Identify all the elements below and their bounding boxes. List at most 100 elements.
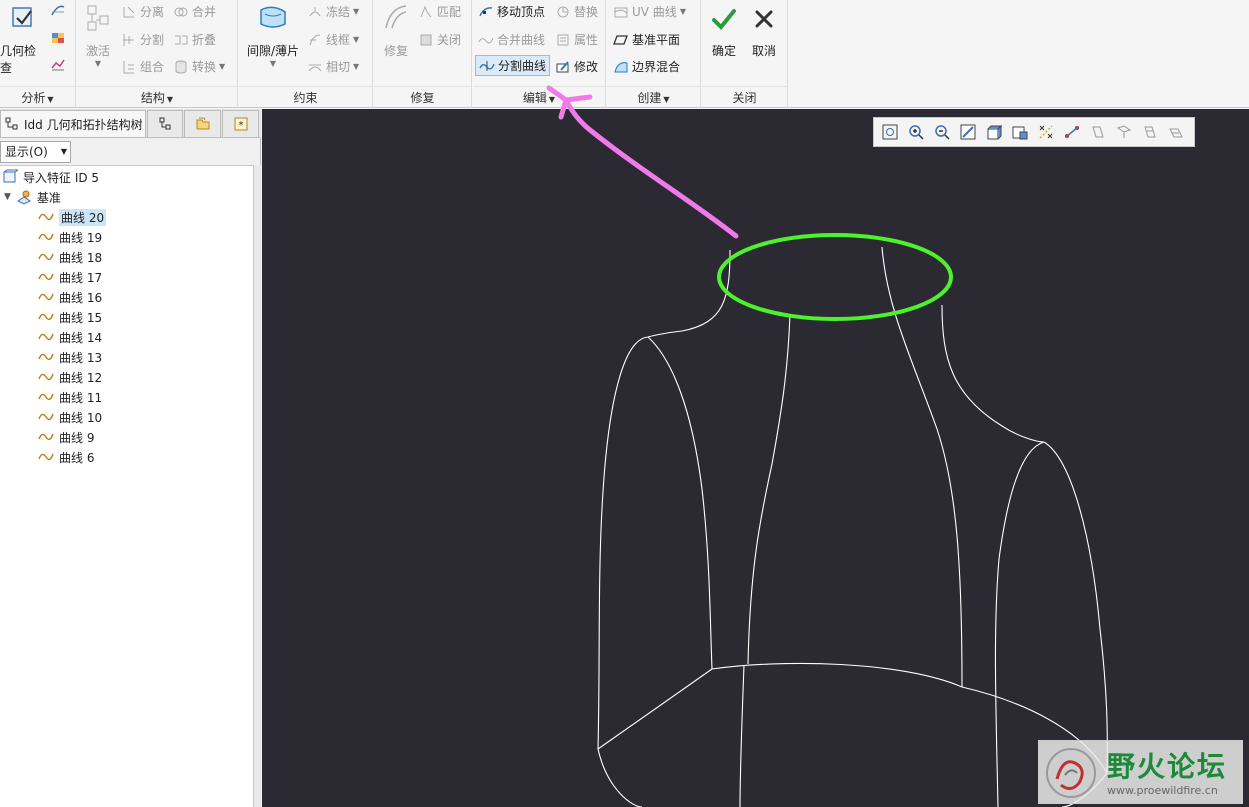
- curve-label: 曲线 18: [59, 250, 103, 265]
- split-curve-icon: [479, 58, 495, 74]
- curve-label: 曲线 20: [59, 208, 107, 226]
- color-map-icon: [50, 30, 66, 46]
- display-row: 显示(O) ▼: [0, 139, 261, 165]
- uv-curve-button[interactable]: UV 曲线 ▼: [613, 3, 686, 20]
- tree-node-curve[interactable]: 曲线 11: [38, 388, 102, 406]
- plane-display-icon-1[interactable]: [1088, 122, 1108, 142]
- group-label-constraint: 约束: [239, 86, 372, 108]
- datum-plane-button[interactable]: 基准平面: [613, 31, 680, 48]
- tree-node-curve[interactable]: 曲线 16: [38, 288, 102, 306]
- plane-display-icon-3[interactable]: [1140, 122, 1160, 142]
- refit-icon[interactable]: [880, 122, 900, 142]
- gap-thin-label: 间隙/薄片: [246, 44, 300, 58]
- plane-display-icon-4[interactable]: [1166, 122, 1186, 142]
- analysis-tool-2[interactable]: [50, 30, 66, 46]
- hem-front-left: [597, 748, 643, 807]
- tab-structure[interactable]: [147, 110, 183, 138]
- watermark-url: www.proewildfire.cn: [1107, 784, 1218, 797]
- zoom-in-icon[interactable]: [906, 122, 926, 142]
- tab-favorites[interactable]: *: [222, 110, 259, 138]
- panel-tabs: Idd 几何和拓扑结构树 *: [0, 109, 261, 138]
- geometry-check-label: 几何检查: [0, 44, 37, 75]
- cancel-button[interactable]: 取消: [746, 4, 782, 59]
- tab-geometry-topology-tree[interactable]: Idd 几何和拓扑结构树: [0, 110, 146, 138]
- left-sleeve-inner: [647, 336, 713, 670]
- zoom-out-icon[interactable]: [932, 122, 952, 142]
- display-dropdown[interactable]: 显示(O) ▼: [0, 141, 71, 163]
- ok-label: 确定: [711, 44, 736, 58]
- plane-display-icon-2[interactable]: [1114, 122, 1134, 142]
- replace-icon: [555, 4, 571, 20]
- curve-label: 曲线 12: [59, 370, 103, 385]
- tree-node-curve[interactable]: 曲线 19: [38, 228, 102, 246]
- group-label-analysis[interactable]: 分析 ▼: [0, 86, 75, 108]
- group-analysis: 几何检查 分析 ▼: [0, 0, 76, 108]
- tree-node-curve[interactable]: 曲线 18: [38, 248, 102, 266]
- freeze-button[interactable]: 冻结 ▼: [307, 3, 359, 20]
- ok-button[interactable]: 确定: [706, 4, 742, 59]
- gap-thin-icon: [257, 2, 289, 34]
- tree-node-curve[interactable]: 曲线 9: [38, 428, 94, 446]
- combine-button[interactable]: 组合: [121, 58, 164, 75]
- move-vertex-button[interactable]: 移动顶点: [478, 3, 545, 20]
- group-label-edit[interactable]: 编辑 ▼: [473, 86, 605, 108]
- saved-orientation-icon[interactable]: [1010, 122, 1030, 142]
- combine-icon: [121, 59, 137, 75]
- star-note-icon: *: [233, 116, 249, 132]
- close-button[interactable]: 关闭: [418, 31, 461, 48]
- modify-button[interactable]: 修改: [555, 58, 598, 75]
- curve-icon: [38, 369, 54, 385]
- group-label-create[interactable]: 创建 ▼: [607, 86, 700, 108]
- group-label-structure[interactable]: 结构 ▼: [77, 86, 237, 108]
- datum-icon: [16, 189, 32, 205]
- separate-icon: [121, 4, 137, 20]
- expand-triangle-icon[interactable]: ▼: [4, 192, 11, 202]
- tree-node-datum[interactable]: ▼ 基准: [4, 188, 61, 206]
- match-button[interactable]: 匹配: [418, 3, 461, 20]
- merge-button[interactable]: 合并: [173, 3, 216, 20]
- separate-button[interactable]: 分离: [121, 3, 164, 20]
- split-button[interactable]: 分割: [121, 31, 164, 48]
- tree-node-curve[interactable]: 曲线 20: [38, 208, 107, 226]
- datum-display-icon[interactable]: [1036, 122, 1056, 142]
- curvature-icon: [50, 2, 66, 18]
- tree-node-curve[interactable]: 曲线 6: [38, 448, 94, 466]
- property-button[interactable]: 属性: [555, 31, 598, 48]
- tab-folder[interactable]: [184, 110, 221, 138]
- checkmark-icon: [708, 4, 740, 36]
- model-tree-panel: Idd 几何和拓扑结构树 * 显示(O) ▼ 导入特征 ID 5 ▼ 基准 曲线…: [0, 109, 261, 807]
- convert-button[interactable]: 转换 ▼: [173, 58, 225, 75]
- analysis-tool-3[interactable]: [50, 56, 66, 72]
- curve-icon: [38, 349, 54, 365]
- replace-button[interactable]: 替换: [555, 3, 598, 20]
- curve-icon: [38, 309, 54, 325]
- boundary-blend-button[interactable]: 边界混合: [613, 58, 680, 75]
- geometry-check-button[interactable]: 几何检查: [0, 2, 46, 76]
- graphics-window[interactable]: 野火论坛 www.proewildfire.cn: [262, 109, 1249, 807]
- split-curve-button[interactable]: 分割曲线: [475, 55, 551, 76]
- boundary-blend-icon: [613, 59, 629, 75]
- wireframe-button[interactable]: 线框 ▼: [307, 31, 359, 48]
- tree-node-curve[interactable]: 曲线 14: [38, 328, 102, 346]
- vertical-scrollbar[interactable]: [254, 165, 261, 807]
- tangent-button[interactable]: 相切 ▼: [307, 58, 359, 75]
- activate-button[interactable]: 激活 ▼: [79, 2, 117, 68]
- repaint-icon[interactable]: [958, 122, 978, 142]
- curve-icon: [38, 209, 54, 225]
- merge-curve-button[interactable]: 合并曲线: [478, 31, 545, 48]
- tree-node-curve[interactable]: 曲线 10: [38, 408, 102, 426]
- tree-node-import-feature[interactable]: 导入特征 ID 5: [2, 168, 99, 186]
- fold-button[interactable]: 折叠: [173, 31, 216, 48]
- datum-plane-icon: [613, 32, 629, 48]
- repair-button[interactable]: 修复: [376, 2, 416, 59]
- analysis-tool-1[interactable]: [50, 2, 66, 18]
- curve-icon: [38, 429, 54, 445]
- gap-thin-button[interactable]: 间隙/薄片 ▼: [243, 2, 303, 68]
- tree-node-curve[interactable]: 曲线 17: [38, 268, 102, 286]
- tree-node-curve[interactable]: 曲线 13: [38, 348, 102, 366]
- tree-node-curve[interactable]: 曲线 12: [38, 368, 102, 386]
- tree-node-curve[interactable]: 曲线 15: [38, 308, 102, 326]
- shaded-view-icon[interactable]: [984, 122, 1004, 142]
- wireframe-model: [597, 246, 1108, 807]
- point-display-icon[interactable]: [1062, 122, 1082, 142]
